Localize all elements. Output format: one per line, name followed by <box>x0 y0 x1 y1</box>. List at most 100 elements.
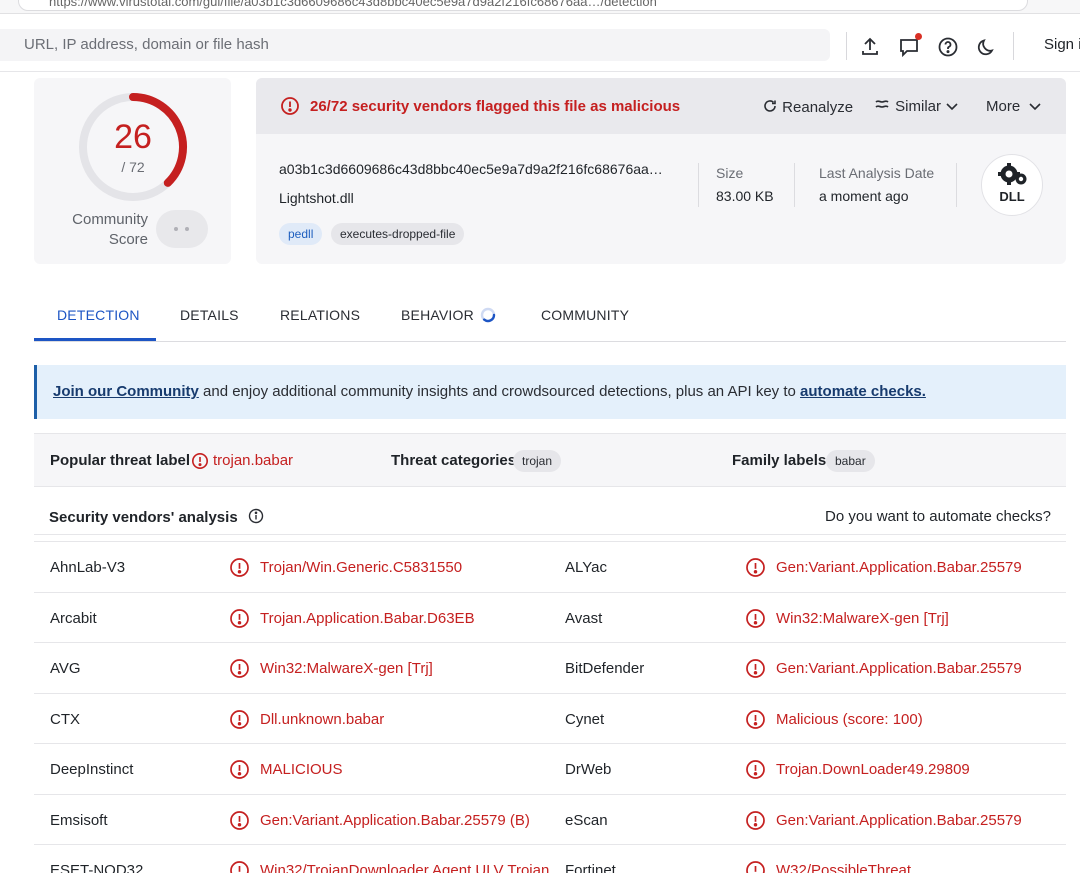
alert-circle-icon <box>191 452 209 470</box>
alert-circle-icon <box>746 861 765 873</box>
divider <box>1013 32 1014 60</box>
vendor-result: MALICIOUS <box>260 761 343 778</box>
vendor-name: Emsisoft <box>50 811 108 829</box>
alert-circle-icon <box>230 810 249 830</box>
vendor-name: Arcabit <box>50 609 97 627</box>
vendor-row: Emsisoft Gen:Variant.Application.Babar.25… <box>34 795 1066 845</box>
top-bar: URL, IP address, domain or file hash Sig… <box>0 14 1080 72</box>
more-button[interactable]: More <box>986 98 1042 115</box>
vendor-result: Trojan.Application.Babar.D63EB <box>260 609 475 627</box>
threat-category-chip[interactable]: trojan <box>513 450 562 472</box>
vendor-name: DrWeb <box>565 761 612 778</box>
detection-score-card: 26 / 72 Community Score <box>34 78 231 264</box>
tab-bar: DETECTION DETAILS RELATIONS BEHAVIOR COM… <box>34 290 1066 342</box>
last-analysis-value: a moment ago <box>819 188 909 204</box>
alert-circle-icon <box>230 608 249 628</box>
vendor-name: BitDefender <box>565 660 645 677</box>
banner-text: and enjoy additional community insights … <box>198 383 801 400</box>
divider <box>956 163 957 207</box>
tab-detection[interactable]: DETECTION <box>57 307 140 323</box>
vendors-analysis-title: Security vendors' analysis <box>49 508 264 526</box>
tab-community[interactable]: COMMUNITY <box>541 307 629 323</box>
tab-details[interactable]: DETAILS <box>180 307 239 323</box>
sign-in-link[interactable]: Sign i <box>1044 36 1080 53</box>
divider <box>846 32 847 60</box>
vendor-result: Gen:Variant.Application.Babar.25579 <box>776 660 1022 677</box>
dll-label: DLL <box>999 189 1025 204</box>
vendor-result: W32/PossibleThreat <box>776 862 912 873</box>
file-tag[interactable]: executes-dropped-file <box>331 223 465 245</box>
reanalyze-button[interactable]: Reanalyze <box>762 98 853 116</box>
vendor-row: Arcabit Trojan.Application.Babar.D63EB Ava… <box>34 593 1066 643</box>
dark-mode-icon[interactable] <box>976 36 998 58</box>
vendor-name: Cynet <box>565 710 605 728</box>
last-analysis-label: Last Analysis Date <box>819 165 935 181</box>
popular-threat-label-value[interactable]: trojan.babar <box>213 452 293 469</box>
vendor-row: AVG Win32:MalwareX-gen [Trj] BitDefender Ge… <box>34 643 1066 694</box>
alert-text: 26/72 security vendors flagged this file… <box>310 98 681 115</box>
threat-categories-title: Threat categories <box>391 452 517 469</box>
vendor-row: CTX Dll.unknown.babar Cynet Malicious (scor… <box>34 694 1066 744</box>
search-input[interactable]: URL, IP address, domain or file hash <box>0 29 830 61</box>
help-icon[interactable] <box>937 36 959 58</box>
divider <box>794 163 795 207</box>
alert-circle-icon <box>230 659 249 678</box>
tab-behavior[interactable]: BEHAVIOR <box>401 307 474 323</box>
similar-label: Similar <box>895 98 942 115</box>
vendor-name: ESET-NOD32 <box>50 862 144 873</box>
vendor-name: AVG <box>50 660 81 677</box>
more-label: More <box>986 98 1021 115</box>
size-label: Size <box>716 165 744 181</box>
vendor-name: AhnLab-V3 <box>50 559 126 576</box>
community-banner: Join our Community and enjoy additional … <box>34 365 1066 419</box>
malicious-alert-bar: 26/72 security vendors flagged this file… <box>256 78 1066 134</box>
alert-circle-icon <box>746 608 765 628</box>
file-tag[interactable]: pedll <box>279 223 323 245</box>
vendor-row: DeepInstinct MALICIOUS DrWeb Trojan.DownLoa… <box>34 744 1066 795</box>
upload-icon[interactable] <box>859 36 881 58</box>
vendor-row: AhnLab-V3 Trojan/Win.Generic.C5831550 ALYa… <box>34 542 1066 593</box>
chevron-down-icon <box>946 103 958 111</box>
vendor-name: DeepInstinct <box>50 761 134 778</box>
alert-circle-icon <box>230 709 249 729</box>
size-value: 83.00 KB <box>716 188 774 204</box>
family-labels-title: Family labels <box>732 452 827 469</box>
vendor-result: Dll.unknown.babar <box>260 710 385 728</box>
detection-count: 26 <box>114 118 152 156</box>
vendor-name: CTX <box>50 710 80 728</box>
file-hash[interactable]: a03b1c3d6609686c43d8bbc40ec5e9a7d9a2f216… <box>279 161 663 177</box>
vendor-result: Win32:MalwareX-gen [Trj] <box>260 660 433 677</box>
vendor-total: / 72 <box>121 159 145 175</box>
vendors-analysis-title-text: Security vendors' analysis <box>49 509 238 526</box>
alert-circle-icon <box>281 97 299 115</box>
automate-checks-link[interactable]: automate checks. <box>800 383 926 400</box>
gear-icon <box>998 163 1027 185</box>
alert-circle-icon <box>746 709 765 729</box>
notification-dot <box>915 33 922 40</box>
alert-circle-icon <box>230 861 249 873</box>
alert-circle-icon <box>230 558 249 577</box>
family-label-chip[interactable]: babar <box>826 450 875 472</box>
browser-url[interactable]: https://www.virustotal.com/gui/file/a03b… <box>18 0 1028 11</box>
active-tab-indicator <box>34 338 156 341</box>
file-summary-card: 26/72 security vendors flagged this file… <box>256 78 1066 264</box>
alert-circle-icon <box>746 810 765 830</box>
vendor-name: Fortinet <box>565 862 616 873</box>
alert-circle-icon <box>746 558 765 577</box>
similar-button[interactable]: Similar <box>874 98 959 115</box>
threat-labels-row: Popular threat label trojan.babar Threat… <box>34 433 1066 487</box>
tab-relations[interactable]: RELATIONS <box>280 307 360 323</box>
join-community-link[interactable]: Join our Community <box>53 383 199 400</box>
reanalyze-label: Reanalyze <box>782 99 854 116</box>
vendors-table: AhnLab-V3 Trojan/Win.Generic.C5831550 ALYa… <box>34 541 1066 873</box>
file-name: Lightshot.dll <box>279 190 354 206</box>
vendor-result: Gen:Variant.Application.Babar.25579 <box>776 559 1022 576</box>
community-score-toggle[interactable] <box>156 210 208 248</box>
divider <box>698 163 699 207</box>
popular-threat-label-title: Popular threat label <box>50 452 191 469</box>
refresh-icon <box>764 100 776 112</box>
info-icon[interactable] <box>248 508 264 524</box>
vendor-result: Win32/TrojanDownloader.Agent.ULV Trojan <box>260 862 550 873</box>
automate-checks-question[interactable]: Do you want to automate checks? <box>825 508 1051 525</box>
loading-spinner-icon <box>480 307 496 323</box>
